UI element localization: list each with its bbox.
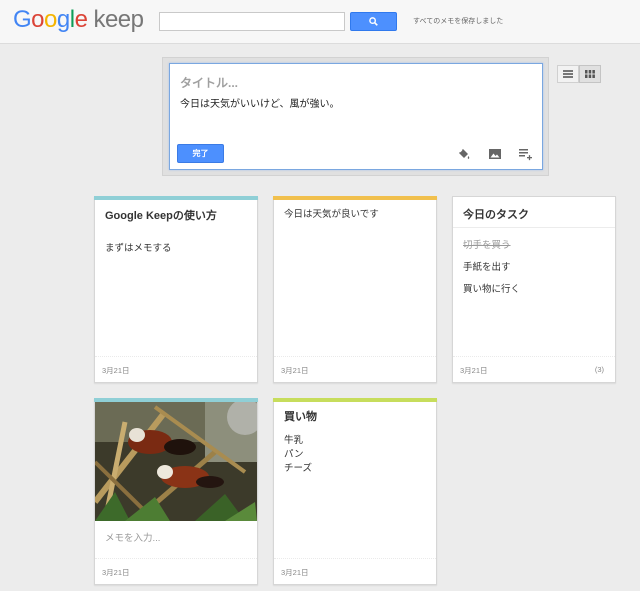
note-body-placeholder[interactable]: メモを入力...: [105, 530, 160, 544]
list-item: チーズ: [284, 463, 313, 474]
editor-title-field[interactable]: タイトル...: [180, 74, 238, 91]
google-keep-logo[interactable]: Google keep: [13, 6, 144, 34]
list-item: 牛乳: [284, 435, 304, 446]
note-date: 3月21日: [281, 366, 309, 375]
note-title-divider: [453, 227, 615, 228]
add-image-button[interactable]: [488, 147, 502, 161]
note-photo[interactable]: [95, 402, 257, 521]
note-body: まずはメモする: [105, 243, 172, 254]
search-input[interactable]: [159, 12, 345, 31]
checklist-button[interactable]: [518, 147, 532, 161]
checklist-item[interactable]: 手紙を出す: [463, 259, 511, 273]
note-editor[interactable]: タイトル... 今日は天気がいいけど、風が強い。 完了: [169, 63, 543, 170]
logo-google-wordmark: Google: [13, 6, 88, 33]
color-picker-button[interactable]: [457, 147, 471, 161]
note-color-stripe: [273, 196, 437, 200]
note-footer: 3月21日: [95, 558, 257, 584]
done-button[interactable]: 完了: [177, 144, 224, 163]
note-footer: 3月21日: [274, 558, 436, 584]
note-color-stripe: [94, 196, 258, 200]
search-button[interactable]: [350, 12, 397, 31]
note-body: 今日は天気が良いです: [284, 209, 379, 220]
checklist-item-checked[interactable]: 切手を買う: [463, 237, 511, 251]
list-view-icon: [563, 70, 573, 78]
note-card[interactable]: 買い物 牛乳 パン チーズ 3月21日: [273, 398, 437, 585]
grid-view-icon: [585, 70, 595, 78]
red-panda-photo: [95, 402, 257, 521]
note-date: 3月21日: [102, 568, 130, 577]
list-add-icon: [519, 149, 532, 161]
note-card[interactable]: 今日は天気が良いです 3月21日: [273, 196, 437, 383]
note-date: 3月21日: [281, 568, 309, 577]
note-date: 3月21日: [102, 366, 130, 375]
search-icon: [369, 17, 378, 26]
grid-view-toggle[interactable]: [579, 65, 601, 83]
note-color-stripe: [273, 398, 437, 402]
note-title: 買い物: [284, 411, 317, 423]
note-title: 今日のタスク: [463, 209, 529, 221]
item-count: (3): [594, 365, 604, 374]
note-card[interactable]: メモを入力... 3月21日: [94, 398, 258, 585]
save-status-text: すべてのメモを保存しました: [413, 18, 504, 25]
logo-keep-text: keep: [93, 6, 144, 33]
note-card[interactable]: Google Keepの使い方 まずはメモする 3月21日: [94, 196, 258, 383]
list-item: パン: [284, 449, 304, 460]
note-footer: 3月21日 (3): [453, 356, 615, 382]
note-footer: 3月21日: [274, 356, 436, 382]
paint-bucket-icon: [459, 149, 470, 159]
note-title: Google Keepの使い方: [105, 210, 217, 222]
app-header: Google keep すべてのメモを保存しました: [0, 0, 640, 44]
note-date: 3月21日: [460, 366, 488, 375]
note-card[interactable]: 今日のタスク 切手を買う 手紙を出す 買い物に行く 3月21日 (3): [452, 196, 616, 383]
checklist-item[interactable]: 買い物に行く: [463, 281, 520, 295]
image-icon: [489, 149, 501, 159]
note-footer: 3月21日: [95, 356, 257, 382]
editor-body-field[interactable]: 今日は天気がいいけど、風が強い。: [180, 95, 340, 110]
list-view-toggle[interactable]: [557, 65, 579, 83]
